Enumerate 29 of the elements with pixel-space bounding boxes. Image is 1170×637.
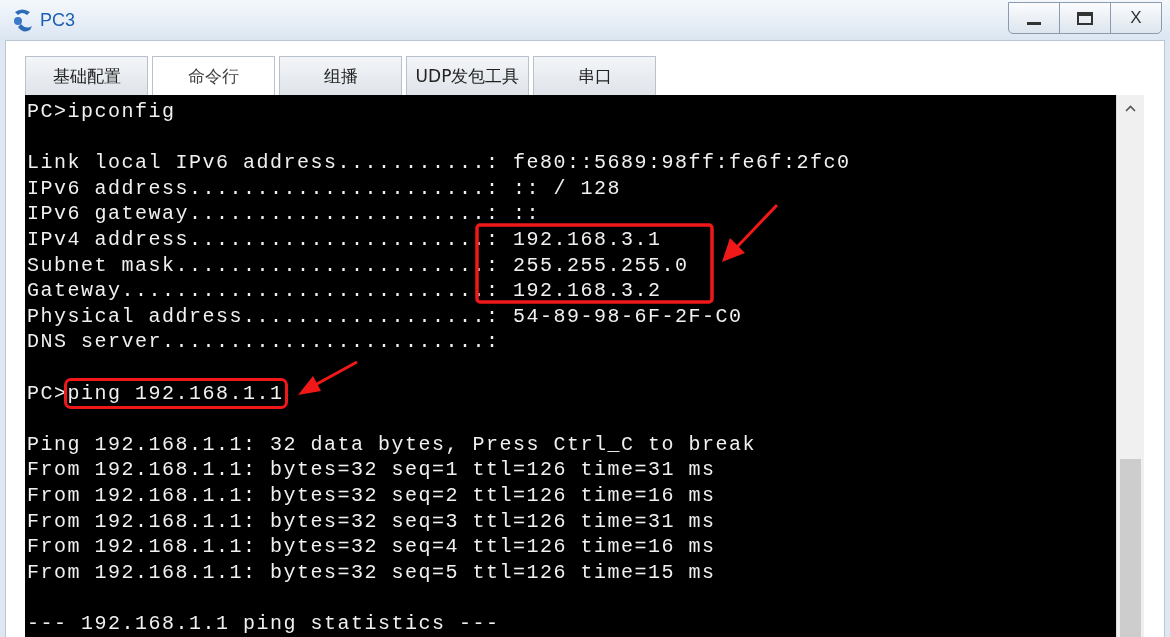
- terminal-line: Link local IPv6 address...........: fe80::5689:98ff:fe6f:2fc0: [27, 150, 851, 176]
- terminal-line: From 192.168.1.1: bytes=32 seq=1 ttl=126 time=31 ms: [27, 457, 716, 483]
- scrollbar-thumb[interactable]: [1120, 459, 1141, 637]
- terminal-line: IPv6 gateway......................: ::: [27, 201, 541, 227]
- minimize-button[interactable]: [1008, 2, 1060, 34]
- tab[interactable]: 命令行: [152, 56, 275, 95]
- terminal-line: Ping 192.168.1.1: 32 data bytes, Press Ctrl_C to break: [27, 431, 757, 458]
- terminal-line: --- 192.168.1.1 ping statistics ---: [27, 610, 500, 637]
- maximize-button[interactable]: [1059, 2, 1111, 34]
- close-button[interactable]: X: [1110, 2, 1162, 34]
- scroll-up-icon[interactable]: [1125, 104, 1136, 112]
- maximize-icon: [1077, 11, 1093, 25]
- terminal-line: From 192.168.1.1: bytes=32 seq=5 ttl=126 time=15 ms: [27, 559, 716, 586]
- tab[interactable]: 串口: [533, 56, 656, 95]
- tab[interactable]: UDP发包工具: [406, 56, 529, 95]
- window-title: PC3: [40, 9, 75, 31]
- tab[interactable]: 基础配置: [25, 56, 148, 95]
- terminal-line: IPv6 address......................: :: / 128: [27, 175, 622, 202]
- minimize-icon: [1027, 22, 1041, 26]
- arrow: [298, 360, 358, 395]
- tab[interactable]: 组播: [279, 56, 402, 95]
- terminal-line: From 192.168.1.1: bytes=32 seq=4 ttl=126 time=16 ms: [27, 534, 716, 560]
- app-icon: [12, 8, 34, 32]
- arrow: [722, 203, 779, 262]
- terminal-line: Physical address..................: 54-89-98-6F-2F-C0: [27, 303, 743, 330]
- terminal-line: From 192.168.1.1: bytes=32 seq=2 ttl=126 time=16 ms: [27, 482, 716, 509]
- terminal-line: PC>ipconfig: [27, 99, 176, 125]
- terminal-line: From 192.168.1.1: bytes=32 seq=3 ttl=126 time=31 ms: [27, 508, 716, 535]
- terminal-line: DNS server........................:: [27, 329, 500, 355]
